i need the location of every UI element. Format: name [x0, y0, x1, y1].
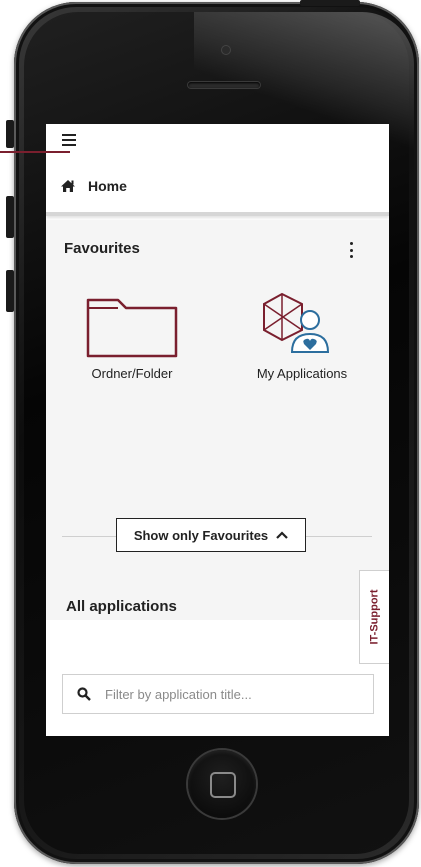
folder-icon	[86, 298, 178, 358]
power-button	[300, 0, 360, 6]
favourite-tile-ordner-folder[interactable]: Ordner/Folder	[62, 290, 202, 410]
filter-field[interactable]	[62, 674, 374, 714]
volume-down-button	[6, 270, 14, 312]
mute-switch	[6, 120, 14, 148]
home-icon	[61, 180, 75, 192]
filter-input[interactable]	[103, 685, 337, 703]
chevron-up-icon	[276, 531, 288, 539]
favourites-title: Favourites	[64, 240, 140, 257]
it-support-tab[interactable]: IT-Support	[359, 570, 389, 664]
tile-label: My Applications	[256, 366, 348, 381]
all-applications-title: All applications	[66, 598, 177, 615]
callout-pointer-line	[0, 151, 70, 153]
front-camera	[222, 46, 230, 54]
it-support-label: IT-Support	[368, 589, 381, 645]
volume-up-button	[6, 196, 14, 238]
kebab-menu-icon[interactable]	[346, 242, 356, 258]
earpiece-speaker	[188, 82, 260, 88]
favourites-section: Favourites Ordner/Folder My Applications	[46, 220, 389, 620]
search-icon	[77, 687, 91, 701]
my-applications-icon	[263, 292, 330, 353]
home-button-square-icon	[210, 772, 236, 798]
tile-label: Ordner/Folder	[91, 366, 173, 381]
breadcrumb-home[interactable]: Home	[60, 176, 127, 196]
show-only-favourites-button[interactable]: Show only Favourites	[116, 518, 306, 552]
home-label: Home	[88, 178, 127, 194]
top-bar: Home	[46, 124, 389, 216]
app-screen: Home Favourites Ordner/Folder My Applica…	[46, 124, 389, 736]
toggle-label: Show only Favourites	[133, 527, 269, 543]
favourite-tile-my-applications[interactable]: My Applications	[232, 290, 372, 410]
home-hardware-button[interactable]	[188, 750, 256, 818]
hamburger-icon[interactable]	[62, 134, 76, 146]
